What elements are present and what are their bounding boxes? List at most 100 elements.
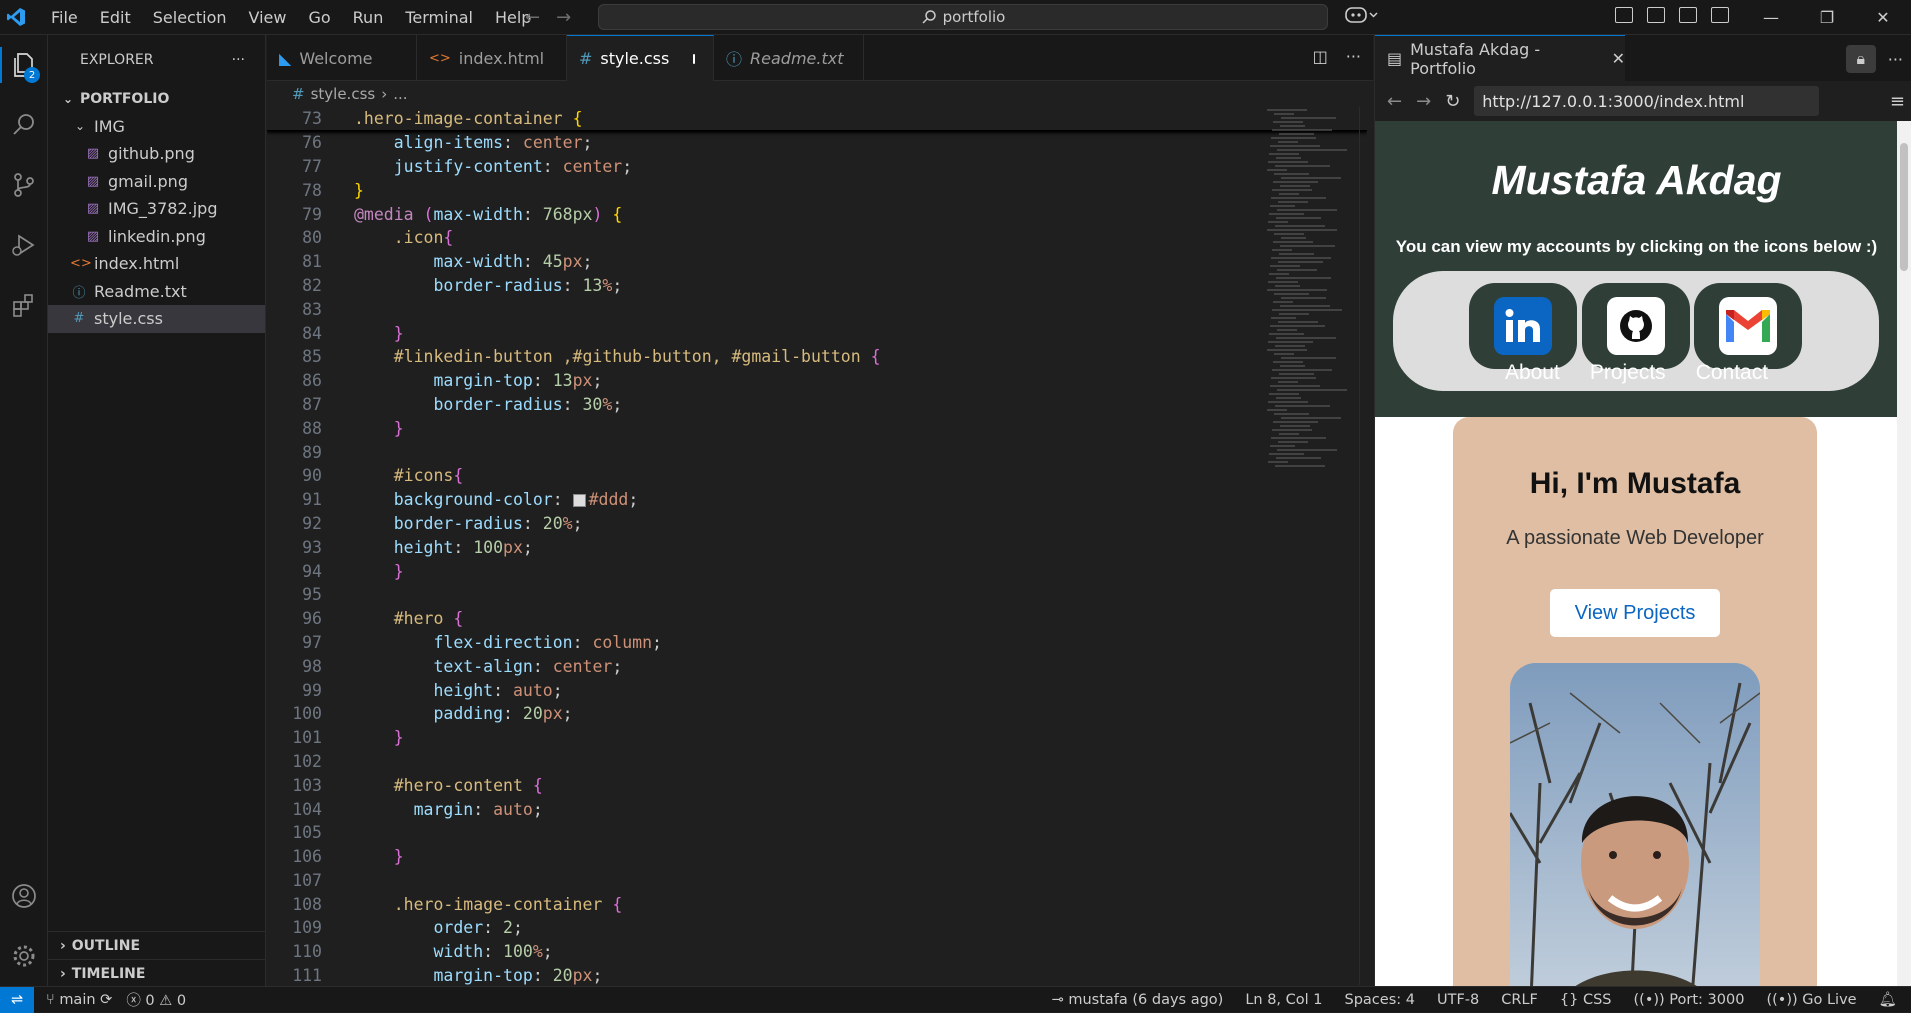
run-debug-activity[interactable] [0, 215, 48, 275]
back-arrow-icon[interactable]: ← [1387, 91, 1402, 112]
tree-file-github-png[interactable]: ▨ github.png [48, 140, 265, 168]
github-button[interactable] [1582, 283, 1690, 369]
notifications-icon[interactable]: 🔔︎ [1879, 991, 1897, 1008]
toggle-secondary-sidebar-icon[interactable] [1711, 7, 1729, 23]
code-line[interactable]: 83 [267, 297, 1367, 321]
code-editor[interactable]: 73 .hero-image-container { 76 align-item… [267, 107, 1367, 985]
reload-icon[interactable]: ↻ [1445, 91, 1460, 112]
code-line[interactable]: 90 #icons{ [267, 464, 1367, 488]
code-line[interactable]: 86 margin-top: 13px; [267, 369, 1367, 393]
split-editor-icon[interactable]: ◫ [1313, 47, 1328, 66]
more-actions-icon[interactable]: ··· [232, 52, 245, 68]
cursor-position[interactable]: Ln 8, Col 1 [1245, 992, 1322, 1008]
extensions-activity[interactable] [0, 275, 48, 335]
nav-projects[interactable]: Projects [1590, 361, 1666, 385]
remote-indicator-icon[interactable]: ⇌ [0, 986, 34, 1013]
menu-icon[interactable]: ≡ [1890, 91, 1905, 112]
toggle-primary-sidebar-icon[interactable] [1647, 7, 1665, 23]
view-projects-button[interactable]: View Projects [1550, 589, 1720, 637]
lock-group-icon[interactable]: 🔒︎ [1845, 45, 1876, 73]
code-line[interactable]: 106 } [267, 845, 1367, 869]
code-line[interactable]: 97 flex-direction: column; [267, 631, 1367, 655]
code-line[interactable]: 91 background-color: #ddd; [267, 488, 1367, 512]
encoding[interactable]: UTF-8 [1437, 992, 1479, 1008]
code-line[interactable]: 85 #linkedin-button ,#github-button, #gm… [267, 345, 1367, 369]
code-line[interactable]: 93 height: 100px; [267, 535, 1367, 559]
code-line[interactable]: 101 } [267, 726, 1367, 750]
code-line[interactable]: 103 #hero-content { [267, 773, 1367, 797]
tree-file-index-html[interactable]: <> index.html [48, 250, 265, 278]
tab-index-html[interactable]: <> index.html [417, 35, 567, 81]
minimize-icon[interactable]: — [1743, 0, 1799, 35]
toggle-panel-icon[interactable] [1679, 7, 1697, 23]
tree-folder-img[interactable]: ⌄ IMG [48, 113, 265, 141]
code-line[interactable]: 105 [267, 821, 1367, 845]
menu-go[interactable]: Go [297, 8, 341, 27]
code-line[interactable]: 94 } [267, 559, 1367, 583]
restore-icon[interactable]: ❐ [1799, 0, 1855, 35]
close-window-icon[interactable]: ✕ [1855, 0, 1911, 35]
git-blame[interactable]: ⊸ mustafa (6 days ago) [1052, 992, 1224, 1008]
timeline-section[interactable]: › TIMELINE [48, 959, 266, 987]
code-line[interactable]: 108 .hero-image-container { [267, 892, 1367, 916]
code-line[interactable]: 82 border-radius: 13%; [267, 274, 1367, 298]
tab-welcome[interactable]: ◣ Welcome [267, 35, 417, 81]
back-arrow-icon[interactable]: ← [525, 7, 540, 28]
line-ending[interactable]: CRLF [1501, 992, 1538, 1008]
menu-view[interactable]: View [238, 8, 298, 27]
menu-terminal[interactable]: Terminal [394, 8, 484, 27]
tree-file-readme[interactable]: ⓘ Readme.txt [48, 278, 265, 306]
code-line[interactable]: 80 .icon{ [267, 226, 1367, 250]
source-control-activity[interactable] [0, 155, 48, 215]
forward-arrow-icon[interactable]: → [1416, 91, 1431, 112]
sticky-scroll-line[interactable]: 73 .hero-image-container { [267, 107, 1367, 131]
tree-root-portfolio[interactable]: ⌄ PORTFOLIO [48, 85, 265, 113]
code-line[interactable]: 102 [267, 750, 1367, 774]
more-actions-icon[interactable]: ··· [1346, 47, 1361, 66]
problems-indicator[interactable]: ⓧ 0 ⚠ 0 [126, 989, 186, 1010]
language-mode[interactable]: {} CSS [1560, 992, 1612, 1008]
linkedin-button[interactable] [1469, 283, 1577, 369]
code-line[interactable]: 96 #hero { [267, 607, 1367, 631]
code-line[interactable]: 100 padding: 20px; [267, 702, 1367, 726]
tab-style-css[interactable]: # style.css [567, 35, 714, 81]
code-line[interactable]: 87 border-radius: 30%; [267, 393, 1367, 417]
accounts-activity[interactable] [0, 866, 48, 926]
code-line[interactable]: 77 justify-content: center; [267, 155, 1367, 179]
tree-file-linkedin-png[interactable]: ▨ linkedin.png [48, 223, 265, 251]
unsaved-dot-icon[interactable] [693, 53, 695, 64]
code-line[interactable]: 104 margin: auto; [267, 797, 1367, 821]
forward-arrow-icon[interactable]: → [556, 7, 571, 28]
copilot-icon[interactable] [1345, 5, 1379, 29]
explorer-activity[interactable]: 2 [0, 35, 48, 95]
code-line[interactable]: 89 [267, 440, 1367, 464]
code-line[interactable]: 109 order: 2; [267, 916, 1367, 940]
tree-file-gmail-png[interactable]: ▨ gmail.png [48, 168, 265, 196]
menu-run[interactable]: Run [342, 8, 395, 27]
nav-contact[interactable]: Contact [1696, 361, 1768, 385]
branch-indicator[interactable]: ⑂ main ⟳ [46, 992, 112, 1008]
port-indicator[interactable]: ((•)) Port: 3000 [1634, 992, 1745, 1008]
go-live-button[interactable]: ((•)) Go Live [1766, 992, 1856, 1008]
scroll-thumb[interactable] [1900, 143, 1908, 271]
manage-activity[interactable] [0, 926, 48, 986]
nav-about[interactable]: About [1505, 361, 1560, 385]
code-line[interactable]: 111 margin-top: 20px; [267, 964, 1367, 985]
url-input[interactable]: http://127.0.0.1:3000/index.html [1474, 86, 1820, 116]
tree-file-img-jpg[interactable]: ▨ IMG_3782.jpg [48, 195, 265, 223]
browser-scrollbar[interactable] [1897, 121, 1911, 986]
tree-file-style-css[interactable]: # style.css [48, 305, 265, 333]
code-line[interactable]: 79 @media (max-width: 768px) { [267, 202, 1367, 226]
customize-layout-icon[interactable] [1615, 7, 1633, 23]
search-activity[interactable] [0, 95, 48, 155]
code-line[interactable]: 88 } [267, 416, 1367, 440]
close-icon[interactable]: ✕ [1612, 49, 1625, 68]
menu-file[interactable]: File [40, 8, 89, 27]
code-line[interactable]: 110 width: 100%; [267, 940, 1367, 964]
editor-scrollbar[interactable] [1359, 107, 1373, 985]
breadcrumb-more[interactable]: ... [393, 85, 407, 103]
command-center-search[interactable]: portfolio [598, 4, 1328, 30]
code-line[interactable]: 98 text-align: center; [267, 654, 1367, 678]
code-line[interactable]: 78} [267, 178, 1367, 202]
code-line[interactable]: 76 align-items: center; [267, 131, 1367, 155]
